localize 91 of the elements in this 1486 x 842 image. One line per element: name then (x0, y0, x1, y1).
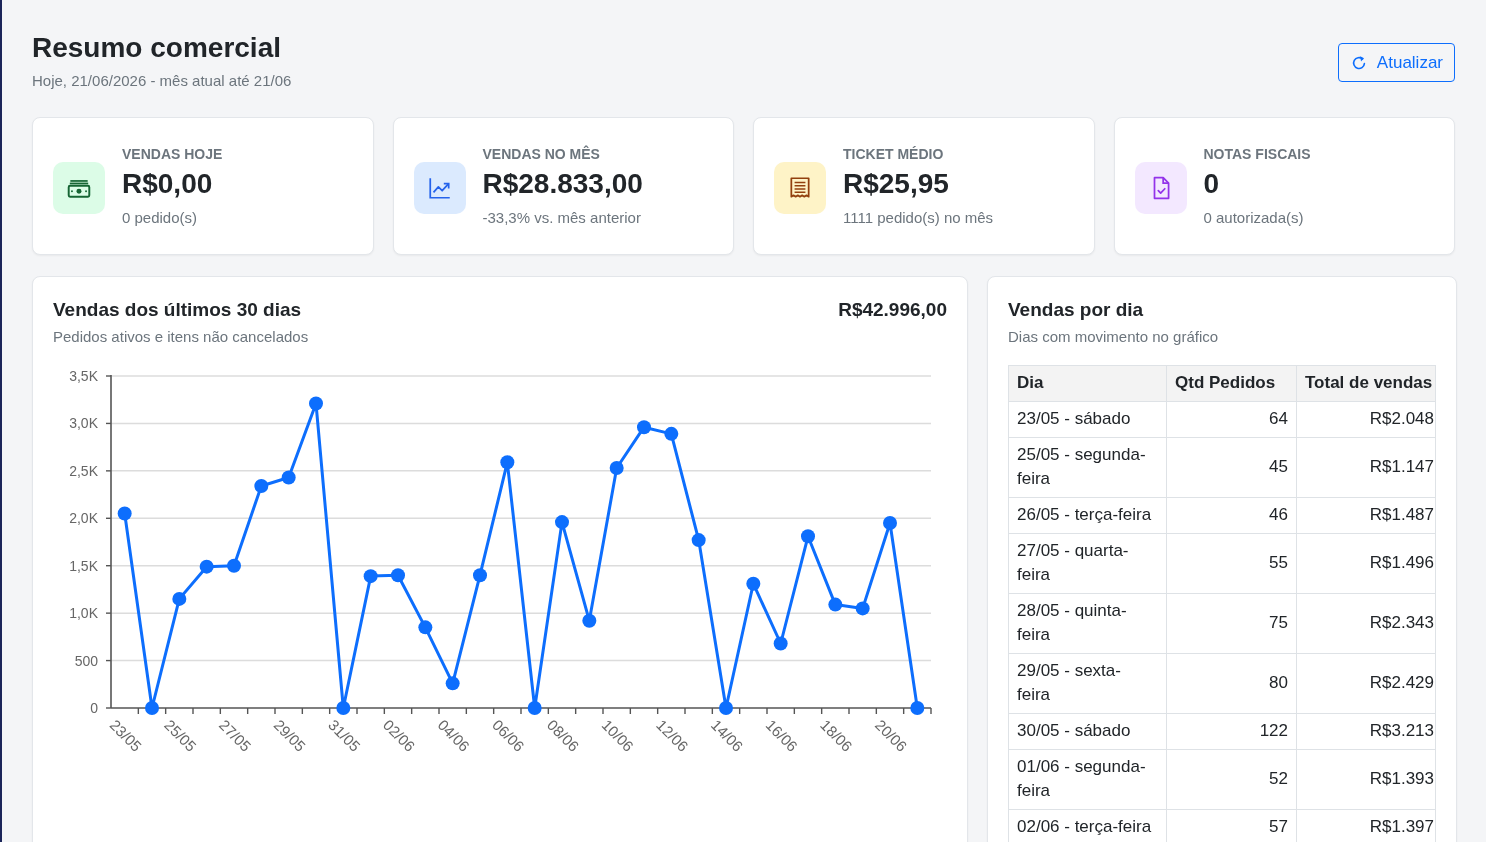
data-point (773, 636, 788, 651)
data-point (746, 576, 761, 591)
table-subtitle: Dias com movimento no gráfico (1008, 327, 1220, 347)
data-point (664, 426, 679, 441)
data-point (719, 701, 733, 715)
y-tick-label: 500 (74, 652, 98, 669)
page-title: Resumo comercial (32, 31, 282, 65)
column-header: Dia (1008, 365, 1167, 402)
data-point (309, 396, 323, 411)
data-point (637, 420, 651, 435)
stat-label: VENDAS NO MÊS (482, 144, 601, 163)
data-point (445, 676, 460, 691)
day-cell: 30/05 - sábado (1008, 713, 1167, 750)
day-cell: 01/06 - segunda-feira (1008, 749, 1167, 810)
data-point (145, 701, 159, 715)
day-cell: 28/05 - quinta-feira (1008, 593, 1167, 654)
y-tick-label: 1,5K (69, 557, 98, 574)
data-point (254, 479, 269, 494)
stat-value: R$0,00 (122, 166, 214, 201)
day-cell: 26/05 - terça-feira (1008, 497, 1167, 534)
day-cell: 23/05 - sábado (1008, 401, 1167, 438)
data-point (227, 558, 241, 573)
data-point (117, 506, 132, 521)
column-header: Qtd Pedidos (1166, 365, 1297, 402)
document-check-icon (1134, 162, 1187, 214)
chart-subtitle: Pedidos ativos e itens não cancelados (53, 327, 309, 347)
data-point (172, 591, 187, 606)
stat-label: VENDAS HOJE (122, 144, 223, 163)
sales-amount-cell: R$1.496 (1296, 533, 1436, 594)
y-tick-label: 0 (90, 700, 98, 716)
order-count-cell: 64 (1166, 401, 1297, 438)
order-count-cell: 46 (1166, 497, 1297, 534)
data-point (828, 597, 843, 612)
order-count-cell: 55 (1166, 533, 1297, 594)
data-point (418, 620, 433, 635)
banknote-icon (53, 162, 105, 214)
stat-label: NOTAS FISCAIS (1203, 144, 1311, 163)
y-tick-label: 3,0K (69, 415, 98, 432)
order-count-cell: 122 (1166, 713, 1297, 750)
page-subtitle: Hoje, 21/06/2026 - mês atual até 21/06 (32, 71, 292, 91)
data-point (883, 516, 897, 531)
data-point (199, 559, 214, 574)
data-point (363, 569, 378, 584)
data-point (473, 568, 487, 583)
data-point (582, 613, 597, 628)
data-point (527, 701, 542, 715)
stat-detail: -33,3% vs. mês anterior (482, 207, 642, 228)
refresh-icon (1350, 54, 1367, 71)
sales-amount-cell: R$1.487 (1296, 497, 1436, 534)
y-tick-label: 2,0K (69, 510, 98, 527)
day-cell: 25/05 - segunda-feira (1008, 437, 1167, 498)
data-point (555, 515, 569, 530)
stat-label: TICKET MÉDIO (843, 144, 945, 163)
day-cell: 29/05 - sexta-feira (1008, 653, 1167, 714)
data-point (609, 461, 624, 475)
chart-title: Vendas dos últimos 30 dias (53, 298, 303, 322)
stat-detail: 0 pedido(s) (122, 207, 199, 228)
day-cell: 27/05 - quarta-feira (1008, 533, 1167, 594)
sales-amount-cell: R$1.147 (1296, 437, 1436, 498)
sales-total: R$42.996,00 (838, 298, 947, 322)
data-point (855, 601, 870, 616)
day-cell: 02/06 - terça-feira (1008, 809, 1167, 842)
stat-value: R$25,95 (843, 166, 950, 201)
column-header: Total de vendas (1296, 365, 1436, 402)
sales-amount-cell: R$2.048 (1296, 401, 1436, 438)
order-count-cell: 75 (1166, 593, 1297, 654)
data-point (391, 568, 405, 583)
y-tick-label: 3,5K (69, 368, 98, 384)
data-point (500, 455, 515, 470)
sales-amount-cell: R$2.343 (1296, 593, 1436, 654)
y-tick-label: 1,0K (69, 605, 98, 622)
stat-value: R$28.833,00 (482, 166, 643, 201)
order-count-cell: 45 (1166, 437, 1297, 498)
data-point (691, 533, 706, 548)
data-point (281, 470, 296, 485)
receipt-icon (774, 162, 826, 214)
data-point (336, 701, 351, 715)
refresh-button[interactable]: Atualizar (1337, 43, 1455, 82)
order-count-cell: 52 (1166, 749, 1297, 810)
sales-amount-cell: R$2.429 (1296, 653, 1436, 714)
stat-detail: 0 autorizada(s) (1203, 207, 1305, 228)
data-point (910, 701, 925, 715)
y-tick-label: 2,5K (69, 462, 98, 479)
sales-amount-cell: R$3.213 (1296, 713, 1436, 750)
stat-value: 0 (1203, 166, 1221, 201)
data-point (801, 529, 815, 544)
stat-detail: 1111 pedido(s) no mês (843, 207, 994, 228)
table-title: Vendas por dia (1008, 298, 1145, 322)
rising-chart-icon (413, 162, 466, 214)
sales-amount-cell: R$1.393 (1296, 749, 1436, 810)
order-count-cell: 80 (1166, 653, 1297, 714)
